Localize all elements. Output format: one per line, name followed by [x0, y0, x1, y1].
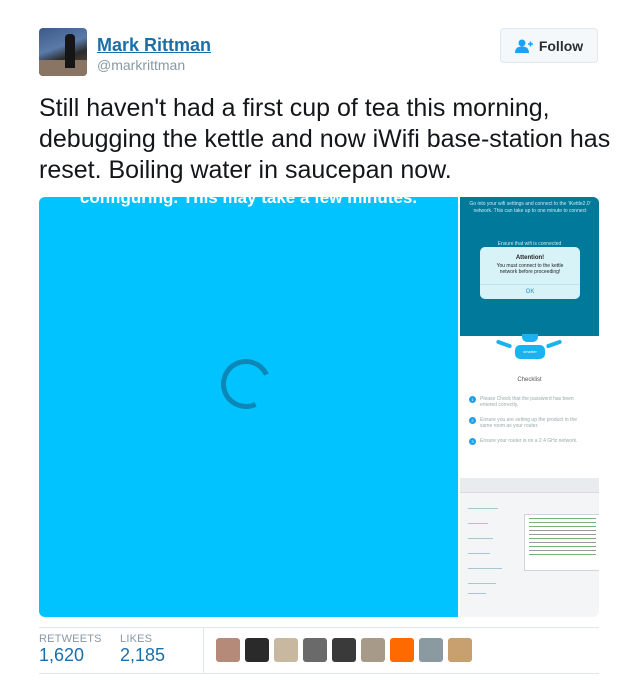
media-thumb-checklist[interactable]: smarter Checklist 1 Please Check that the… — [460, 334, 599, 476]
loading-spinner-icon — [213, 351, 279, 417]
dialog-text: You must connect to the kettle network b… — [496, 263, 564, 275]
follow-button[interactable]: Follow — [500, 28, 598, 63]
retweets-stat[interactable]: RETWEETS 1,620 — [39, 633, 102, 666]
liker-avatar[interactable] — [303, 638, 327, 662]
thumb-message: Go into your wifi settings and connect t… — [469, 201, 591, 214]
follow-label: Follow — [538, 37, 584, 54]
media-thumb-terminal-screenshot[interactable] — [460, 478, 599, 617]
liker-avatar[interactable] — [419, 638, 443, 662]
divider — [39, 627, 599, 628]
liker-avatar[interactable] — [361, 638, 385, 662]
liker-avatar[interactable] — [245, 638, 269, 662]
likes-label: LIKES — [120, 633, 153, 645]
checklist-item: 3 Ensure your router is on a 2.4 GHz netw… — [469, 438, 589, 445]
author-handle[interactable]: @markrittman — [97, 57, 185, 73]
alert-dialog: Attention! You must connect to the kettl… — [480, 247, 580, 299]
liker-avatar[interactable] — [448, 638, 472, 662]
robot-icon: smarter — [495, 334, 563, 362]
media-main-photo[interactable]: configuring. This may take a few minutes… — [39, 197, 458, 617]
divider — [203, 628, 204, 673]
likes-stat[interactable]: LIKES 2,185 — [120, 633, 165, 666]
checklist-title: Checklist — [517, 377, 542, 383]
media-thumb-wifi-dialog[interactable]: Go into your wifi settings and connect t… — [460, 197, 599, 336]
liker-avatar[interactable] — [274, 638, 298, 662]
likes-count: 2,185 — [120, 645, 166, 665]
liker-avatar[interactable] — [216, 638, 240, 662]
tweet-text: Still haven't had a first cup of tea thi… — [39, 94, 611, 184]
author-name[interactable]: Mark Rittman — [97, 35, 211, 56]
media-grid: configuring. This may take a few minutes… — [39, 197, 599, 617]
liker-avatar[interactable] — [332, 638, 356, 662]
media-caption: configuring. This may take a few minutes… — [79, 197, 418, 207]
dialog-ok-button: OK — [480, 284, 580, 295]
retweets-count: 1,620 — [39, 645, 85, 665]
liker-avatars — [216, 638, 472, 662]
add-user-icon — [514, 39, 533, 53]
checklist-item: 1 Please Check that the password has been… — [469, 396, 589, 408]
retweets-label: RETWEETS — [39, 633, 102, 645]
checklist-item: 2 Ensure you are setting up the product i… — [469, 417, 589, 429]
divider — [39, 673, 599, 674]
liker-avatar[interactable] — [390, 638, 414, 662]
robot-label: smarter — [515, 345, 545, 359]
avatar[interactable] — [39, 28, 87, 76]
